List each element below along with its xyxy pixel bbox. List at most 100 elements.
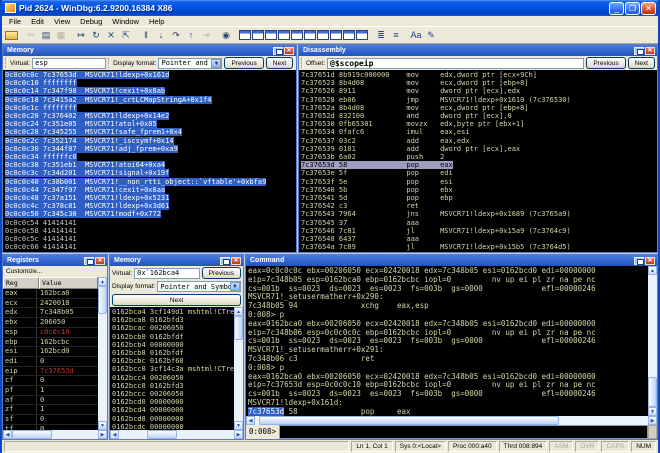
break-icon[interactable]: ‖ xyxy=(139,29,153,42)
scroll-up-icon[interactable]: ▲ xyxy=(648,266,657,275)
next-button[interactable]: Next xyxy=(112,294,241,306)
scratch-pad-icon[interactable] xyxy=(330,30,342,40)
disassembly-row[interactable]: 7c37653e 5f pop edi xyxy=(301,169,657,177)
memory-row[interactable]: 0c0c0c44 7c347f97 MSVCR71!cexit+0x8aa xyxy=(5,186,296,194)
dock-icon[interactable] xyxy=(273,47,283,55)
command-window-icon[interactable] xyxy=(239,30,251,40)
close-pane-icon[interactable]: ✕ xyxy=(645,47,655,55)
disassembly-row[interactable]: 7c37654a 7c89 jl MSVCR71!ldexp+0x15b5 (7… xyxy=(301,243,657,251)
memory-row[interactable]: 0162bcc8 0162bfd3 xyxy=(112,382,234,390)
dock-icon[interactable] xyxy=(634,47,644,55)
memory-row[interactable]: 0c0c0c34 ffffffc0 xyxy=(5,153,296,161)
disassembly-row[interactable]: 7c37653f 5e pop esi xyxy=(301,178,657,186)
command-input[interactable] xyxy=(279,425,648,439)
source-mode-off-icon[interactable]: ≡ xyxy=(389,29,403,42)
source-mode-on-icon[interactable]: ≣ xyxy=(374,29,388,42)
reg-column-header[interactable]: Reg xyxy=(3,277,39,289)
memory-bottom-hscrollbar[interactable]: ◀ ▶ xyxy=(110,430,243,439)
cut-icon[interactable]: ✂ xyxy=(24,29,38,42)
dock-icon[interactable] xyxy=(84,257,94,265)
scroll-down-icon[interactable]: ▼ xyxy=(234,421,243,430)
memory-row[interactable]: 0c0c0c30 7c344f87 MSVCR71!adj_fprem+0xa9 xyxy=(5,145,296,153)
disassembly-row[interactable]: 7c376548 6437 aaa xyxy=(301,235,657,243)
scroll-left-icon[interactable]: ◀ xyxy=(3,430,12,439)
register-row[interactable]: edi0 xyxy=(3,357,98,367)
chevron-down-icon[interactable]: ▼ xyxy=(211,59,221,68)
memory-row[interactable]: 0162bca8 0162bfd3 xyxy=(112,316,234,324)
step-into-icon[interactable]: ↓ xyxy=(154,29,168,42)
scroll-right-icon[interactable]: ▶ xyxy=(648,416,657,425)
memory-row[interactable]: 0c0c0c14 7c347f98 MSVCR71!cexit+0x8ab xyxy=(5,87,296,95)
customize-button[interactable]: Customize... xyxy=(3,266,107,277)
scroll-left-icon[interactable]: ◀ xyxy=(246,416,255,425)
virtual-input[interactable] xyxy=(134,268,200,279)
register-row[interactable]: edx7c348b05 xyxy=(3,308,98,318)
stop-debugging-icon[interactable]: ✕ xyxy=(104,29,118,42)
menu-item-view[interactable]: View xyxy=(49,17,75,26)
memory-row[interactable]: 0162bcac 00206050 xyxy=(112,324,234,332)
command-browser-icon[interactable] xyxy=(356,30,368,40)
register-row[interactable]: eax162bca0 xyxy=(3,289,98,299)
memory-row[interactable]: 0c0c0c1c ffffffff xyxy=(5,104,296,112)
disassembly-row[interactable]: 7c376543 7964 jns MSVCR71!ldexp+0x1689 (… xyxy=(301,210,657,218)
register-row[interactable]: cf0 xyxy=(3,376,98,386)
register-row[interactable]: ecx2420018 xyxy=(3,299,98,309)
scroll-down-icon[interactable]: ▼ xyxy=(98,421,107,430)
go-icon[interactable]: ↦ xyxy=(74,29,88,42)
memory-row[interactable]: 0c0c0c4c 7c378c81 MSVCR71!ldexp+0x3d61 xyxy=(5,202,296,210)
memory-row[interactable]: 0c0c0c10 ffffffff xyxy=(5,79,296,87)
command-input-spinner[interactable] xyxy=(648,425,657,439)
previous-button[interactable]: Previous xyxy=(224,57,263,69)
disassembly-row[interactable]: 7c37653d 58 pop eax xyxy=(301,161,453,169)
breakpoint-icon[interactable]: ◉ xyxy=(219,29,233,42)
memory-row[interactable]: 0c0c0c38 7c351eb1 MSVCR71!atoi64+0xa4 xyxy=(5,161,296,169)
close-pane-icon[interactable]: ✕ xyxy=(645,257,655,265)
processes-threads-icon[interactable] xyxy=(343,30,355,40)
memory-bottom-vscrollbar[interactable]: ▲ ▼ xyxy=(234,307,243,430)
step-over-icon[interactable]: ↷ xyxy=(169,29,183,42)
memory-row[interactable]: 0162bcc4 00206050 xyxy=(112,374,234,382)
memory-row[interactable]: 0c0c0c24 7c351e05 MSVCR71!atol+0x85 xyxy=(5,120,296,128)
command-line[interactable]: 7c348b05 94 xchg eax,esp xyxy=(248,302,648,311)
memory-row[interactable]: 0c0c0c20 7c376402 MSVCR71!ldexp+0x14e2 xyxy=(5,112,296,120)
menu-item-file[interactable]: File xyxy=(4,17,26,26)
menu-item-window[interactable]: Window xyxy=(107,17,144,26)
value-column-header[interactable]: Value xyxy=(39,277,98,289)
disassembly-row[interactable]: 7c376540 5b pop ebx xyxy=(301,186,657,194)
paste-icon[interactable]: ▦ xyxy=(54,29,68,42)
virtual-input[interactable] xyxy=(32,58,106,69)
memory-row[interactable]: 0162bcd0 00000000 xyxy=(112,398,234,406)
scroll-up-icon[interactable]: ▲ xyxy=(98,277,107,286)
display-format-select[interactable]: Pointer and Symbol ▼ xyxy=(157,281,241,292)
memory-row[interactable]: 0c0c0c60 41414141 xyxy=(5,243,296,251)
disassembly-row[interactable]: 7c376537 03c2 add eax,edx xyxy=(301,137,657,145)
locals-window-icon[interactable] xyxy=(265,30,277,40)
close-icon[interactable]: ✕ xyxy=(641,2,656,15)
memory-row[interactable]: 0c0c0c3c 7c34d201 MSVCR71!signal+0x19f xyxy=(5,169,296,177)
detach-icon[interactable]: ⇱ xyxy=(119,29,133,42)
command-vscrollbar[interactable]: ▲ ▼ xyxy=(648,266,657,416)
display-format-select[interactable]: Pointer and ▼ xyxy=(158,58,222,69)
run-to-cursor-icon[interactable]: ⇥ xyxy=(199,29,213,42)
command-line[interactable]: 7c348b06 c3 ret xyxy=(248,355,648,364)
memory-row[interactable]: 0c0c0c58 41414141 xyxy=(5,227,296,235)
disassembly-row[interactable]: 7c376546 7c81 jl MSVCR71!ldexp+0x15a9 (7… xyxy=(301,227,657,235)
disassembly-row[interactable]: 7c37652d 832100 and dword ptr [ecx],0 xyxy=(301,112,657,120)
register-row[interactable]: ebx206050 xyxy=(3,318,98,328)
chevron-down-icon[interactable]: ▼ xyxy=(230,282,240,291)
memory-row[interactable]: 0162bcc0 3cf14c3a mshtml!CTreeN xyxy=(112,365,234,373)
command-hscrollbar[interactable]: ◀ ▶ xyxy=(246,416,657,425)
memory-row[interactable]: 0162bccc 00206050 xyxy=(112,390,234,398)
memory-row[interactable]: 0c0c0c28 7c345255 MSVCR71!safe_fprem1+0x… xyxy=(5,128,296,136)
memory-row[interactable]: 0c0c0c50 7c345c30 MSVCR71!modf+0x772 xyxy=(5,210,296,218)
register-row[interactable]: esi162bcd0 xyxy=(3,347,98,357)
register-row[interactable]: eip7c37653d xyxy=(3,367,98,377)
menu-item-edit[interactable]: Edit xyxy=(26,17,49,26)
disassembly-row[interactable]: 7c376541 5d pop ebp xyxy=(301,194,657,202)
memory-row[interactable]: 0c0c0c0c 7c37653d MSVCR71!ldexp+0x161d xyxy=(5,71,296,79)
scroll-right-icon[interactable]: ▶ xyxy=(98,430,107,439)
registers-window-icon[interactable] xyxy=(278,30,290,40)
disassembly-row[interactable]: 7c376526 8911 mov dword ptr [ecx],edx xyxy=(301,87,657,95)
disassembly-row[interactable]: 7c37652a 8b4d08 mov ecx,dword ptr [ebp+8… xyxy=(301,104,657,112)
register-row[interactable]: ebp162bcbc xyxy=(3,338,98,348)
